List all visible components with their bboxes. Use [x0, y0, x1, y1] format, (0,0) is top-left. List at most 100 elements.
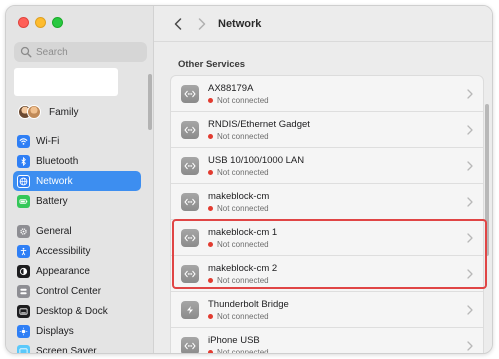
sidebar-item-label: Bluetooth — [36, 155, 79, 167]
sidebar-item-accessibility[interactable]: Accessibility — [13, 241, 141, 261]
settings-window: Family Wi-Fi Bluetooth Network — [5, 5, 493, 354]
service-status: Not connected — [208, 348, 269, 354]
window-controls — [18, 17, 63, 28]
service-text: makeblock-cm Not connected — [208, 191, 269, 213]
chevron-right-icon — [467, 269, 473, 279]
service-row[interactable]: makeblock-cm Not connected — [171, 184, 483, 220]
sidebar-item-label: Displays — [36, 325, 74, 337]
search-input[interactable] — [36, 46, 136, 58]
service-text: Thunderbolt Bridge Not connected — [208, 299, 289, 321]
service-name: USB 10/100/1000 LAN — [208, 154, 305, 166]
sidebar-item-control-center[interactable]: Control Center — [13, 281, 141, 301]
service-row[interactable]: Thunderbolt Bridge Not connected — [171, 292, 483, 328]
sidebar-item-general[interactable]: General — [13, 221, 141, 241]
service-name: RNDIS/Ethernet Gadget — [208, 118, 310, 130]
status-text: Not connected — [217, 203, 269, 213]
service-row[interactable]: iPhone USB Not connected — [171, 328, 483, 354]
sidebar-item-bluetooth[interactable]: Bluetooth — [13, 151, 141, 171]
service-name: makeblock-cm — [208, 190, 270, 202]
control-center-icon — [17, 284, 30, 298]
avatar — [27, 105, 41, 119]
service-row[interactable]: RNDIS/Ethernet Gadget Not connected — [171, 112, 483, 148]
main-scrollbar[interactable] — [485, 104, 489, 256]
section-title: Other Services — [178, 59, 246, 70]
status-dot — [208, 97, 213, 103]
service-status: Not connected — [208, 312, 289, 321]
sidebar-group-system: General Accessibility Appearance Control… — [13, 221, 141, 354]
accessibility-icon — [17, 244, 30, 258]
page-title: Network — [218, 17, 262, 30]
service-text: AX88179A Not connected — [208, 83, 269, 105]
chevron-right-icon — [198, 17, 206, 30]
back-button[interactable] — [168, 14, 188, 34]
close-button[interactable] — [18, 17, 29, 28]
displays-icon — [17, 324, 30, 338]
globe-icon — [17, 174, 30, 188]
ethernet-icon — [181, 337, 199, 353]
ethernet-icon — [181, 156, 199, 175]
sidebar-item-label: Screen Saver — [36, 345, 97, 354]
chevron-right-icon — [467, 305, 473, 315]
service-name: makeblock-cm 1 — [208, 226, 278, 238]
status-text: Not connected — [217, 167, 269, 177]
service-row[interactable]: AX88179A Not connected — [171, 76, 483, 112]
status-text: Not connected — [217, 95, 269, 105]
ethernet-icon — [181, 120, 199, 139]
chevron-left-icon — [174, 17, 182, 30]
sidebar-item-label: Control Center — [36, 285, 102, 297]
sidebar-group-connectivity: Wi-Fi Bluetooth Network Battery — [13, 131, 141, 211]
sidebar-item-network[interactable]: Network — [13, 171, 141, 191]
service-name: makeblock-cm 2 — [208, 262, 278, 274]
sidebar-item-screen-saver[interactable]: Screen Saver — [13, 341, 141, 354]
search-field[interactable] — [14, 42, 147, 62]
service-name: Thunderbolt Bridge — [208, 298, 289, 310]
chevron-right-icon — [467, 125, 473, 135]
service-text: RNDIS/Ethernet Gadget Not connected — [208, 119, 310, 141]
family-avatars — [18, 104, 43, 120]
forward-button[interactable] — [192, 14, 212, 34]
service-name: AX88179A — [208, 82, 254, 94]
ethernet-icon — [181, 192, 199, 211]
sidebar-item-displays[interactable]: Displays — [13, 321, 141, 341]
sidebar-item-appearance[interactable]: Appearance — [13, 261, 141, 281]
status-dot — [208, 350, 213, 353]
chevron-right-icon — [467, 197, 473, 207]
service-row[interactable]: makeblock-cm 2 Not connected — [171, 256, 483, 292]
ethernet-icon — [181, 264, 199, 283]
sidebar-item-battery[interactable]: Battery — [13, 191, 141, 211]
battery-icon — [17, 194, 30, 208]
ethernet-icon — [181, 84, 199, 103]
toolbar: Network — [154, 6, 492, 42]
service-status: Not connected — [208, 276, 277, 285]
wifi-icon — [17, 134, 30, 148]
sidebar-item-label: Wi-Fi — [36, 135, 60, 147]
sidebar-scrollbar[interactable] — [148, 74, 152, 130]
service-name: iPhone USB — [208, 335, 260, 346]
sidebar-item-label: General — [36, 225, 72, 237]
sidebar-item-family[interactable]: Family — [18, 102, 78, 122]
minimize-button[interactable] — [35, 17, 46, 28]
apple-account-box[interactable] — [14, 68, 118, 96]
bluetooth-icon — [17, 154, 30, 168]
status-text: Not connected — [217, 311, 269, 321]
sidebar-item-desktop-dock[interactable]: Desktop & Dock — [13, 301, 141, 321]
ethernet-icon — [181, 228, 199, 247]
service-row[interactable]: USB 10/100/1000 LAN Not connected — [171, 148, 483, 184]
service-text: makeblock-cm 2 Not connected — [208, 263, 277, 285]
sidebar-item-label: Accessibility — [36, 245, 91, 257]
status-text: Not connected — [217, 348, 269, 354]
status-dot — [208, 169, 213, 175]
service-row[interactable]: makeblock-cm 1 Not connected — [171, 220, 483, 256]
zoom-button[interactable] — [52, 17, 63, 28]
screen-saver-icon — [17, 344, 30, 353]
sidebar-item-label: Appearance — [36, 265, 90, 277]
service-status: Not connected — [208, 96, 269, 105]
sidebar-item-wifi[interactable]: Wi-Fi — [13, 131, 141, 151]
desktop-dock-icon — [17, 304, 30, 318]
status-dot — [208, 133, 213, 139]
status-text: Not connected — [217, 275, 269, 285]
chevron-right-icon — [467, 233, 473, 243]
service-text: makeblock-cm 1 Not connected — [208, 227, 277, 249]
service-status: Not connected — [208, 240, 277, 249]
service-list: AX88179A Not connected RNDIS/Ethernet Gadg… — [170, 75, 484, 354]
